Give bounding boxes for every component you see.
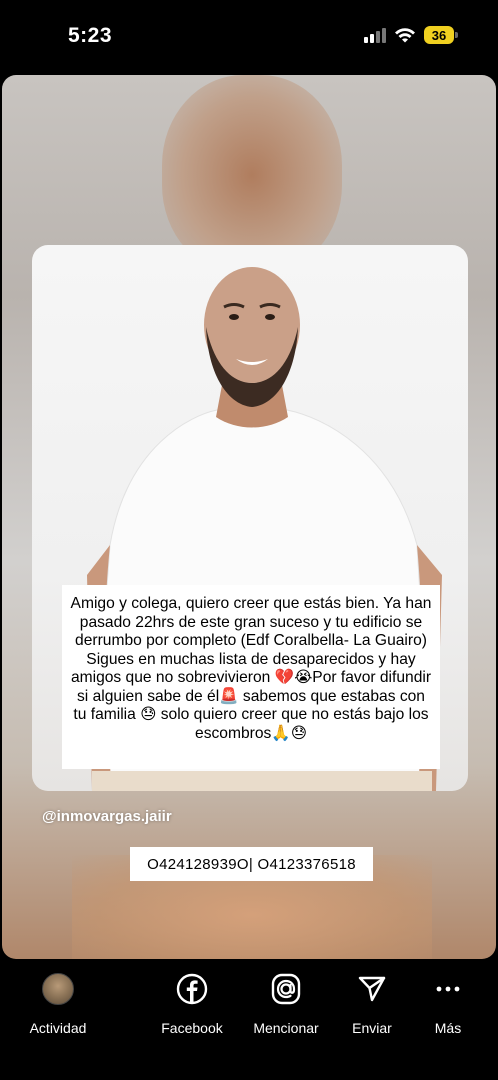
- facebook-icon: [176, 973, 208, 1005]
- send-label: Enviar: [352, 1020, 392, 1036]
- mention-label: Mencionar: [253, 1020, 319, 1036]
- activity-label: Actividad: [29, 1020, 87, 1036]
- battery-level: 36: [424, 26, 454, 44]
- status-time: 5:23: [68, 24, 113, 47]
- status-bar: 5:23 36: [0, 0, 498, 75]
- facebook-button[interactable]: Facebook: [147, 970, 237, 1036]
- story-viewer[interactable]: Amigo y colega, quiero creer que estás b…: [2, 75, 496, 959]
- mention-button[interactable]: Mencionar: [241, 970, 331, 1036]
- story-phone-numbers: O424128939O| O4123376518: [130, 847, 373, 881]
- mention-icon: [271, 973, 301, 1005]
- signal-icon: [364, 27, 386, 43]
- activity-button[interactable]: Actividad: [13, 970, 103, 1036]
- send-icon: [358, 976, 386, 1002]
- status-icons: 36: [364, 26, 458, 44]
- avatar: [42, 973, 74, 1005]
- more-button[interactable]: Más: [403, 970, 493, 1036]
- story-caption: Amigo y colega, quiero creer que estás b…: [62, 585, 440, 769]
- more-label: Más: [434, 1020, 462, 1036]
- story-username[interactable]: @inmovargas.jaiir: [42, 808, 172, 825]
- story-action-bar: Actividad Facebook Mencionar Enviar Más: [0, 960, 498, 1080]
- more-icon: [436, 986, 460, 992]
- facebook-label: Facebook: [161, 1020, 223, 1036]
- battery-icon: 36: [424, 26, 458, 44]
- wifi-icon: [395, 27, 415, 42]
